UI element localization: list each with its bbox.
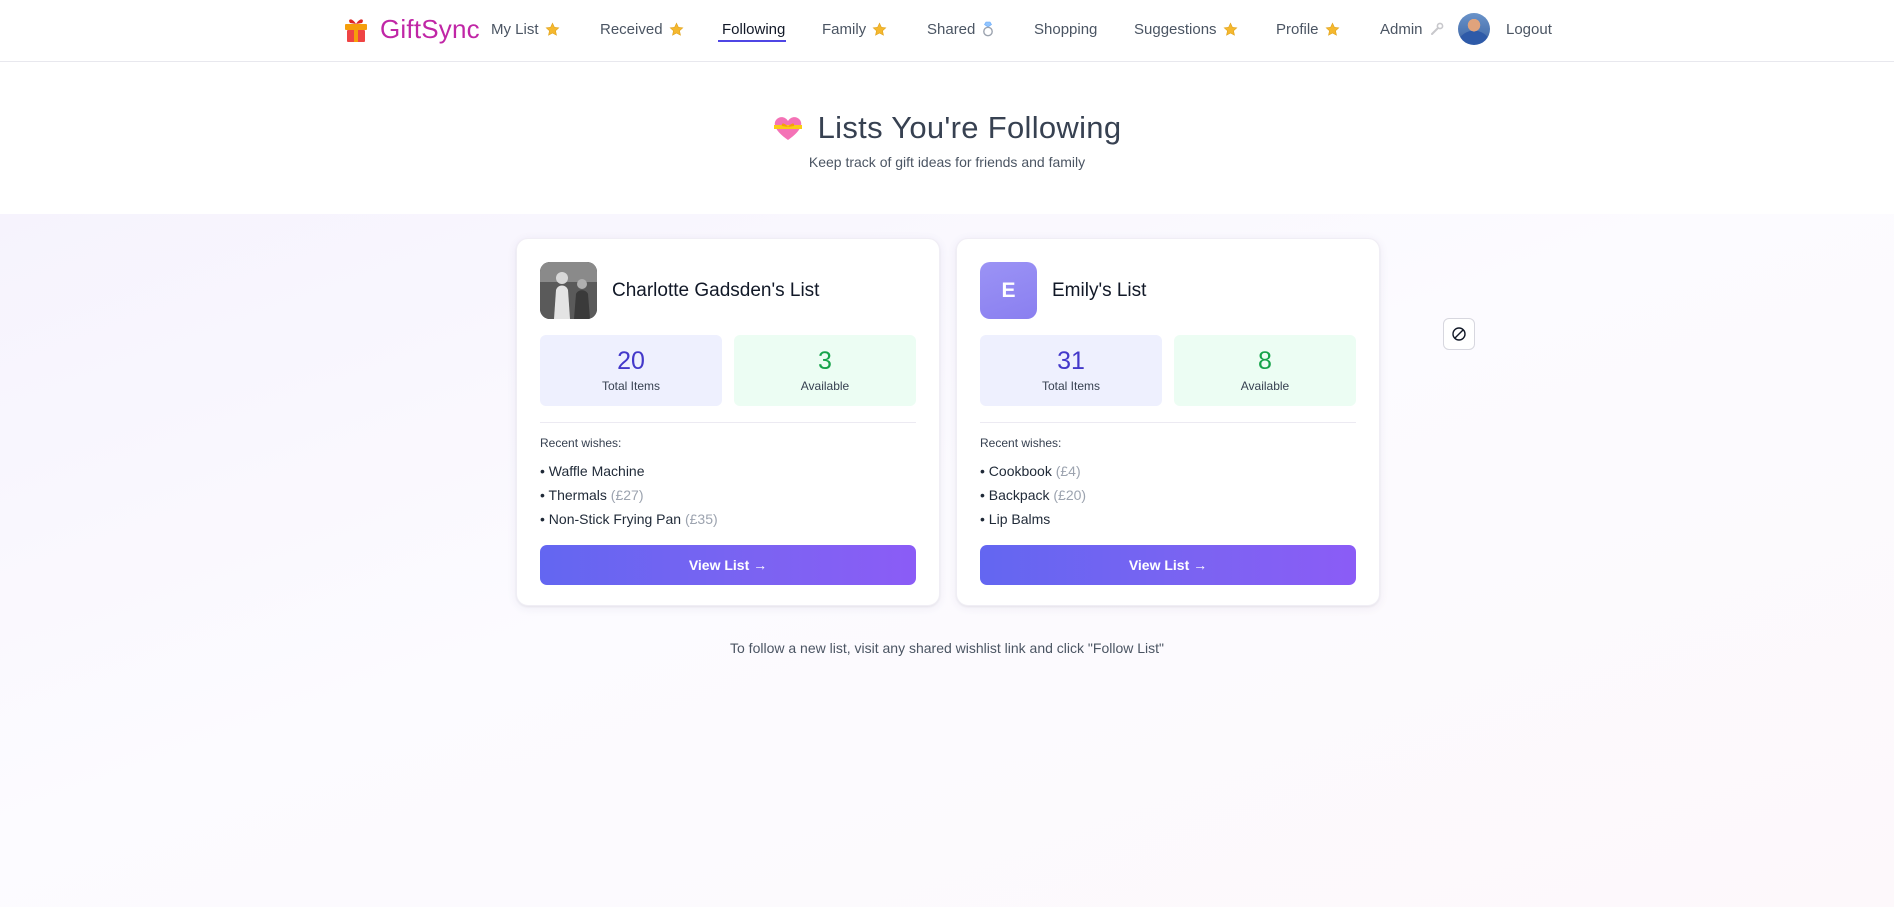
active-tab-indicator [718, 40, 786, 42]
nav-received[interactable]: Received [600, 18, 684, 40]
page-title: Lists You're Following [817, 110, 1122, 145]
card-divider [980, 422, 1356, 423]
logout-link[interactable]: Logout [1506, 18, 1552, 40]
wish-name: Non-Stick Frying Pan [548, 511, 682, 527]
user-avatar[interactable] [1458, 13, 1490, 45]
nav-shared[interactable]: Shared [927, 18, 994, 40]
title-row: Lists You're Following [0, 110, 1894, 146]
heart-with-ribbon-icon [773, 117, 802, 140]
ring-icon [983, 21, 994, 37]
photo-avatar-icon [540, 262, 597, 319]
available-label: Available [800, 379, 850, 393]
wish-price: (£27) [610, 487, 644, 503]
nav-label: Family [822, 20, 867, 38]
logout-label: Logout [1506, 20, 1552, 38]
card-header: Charlotte Gadsden's List [540, 262, 819, 319]
nav-suggestions[interactable]: Suggestions [1134, 18, 1238, 40]
nav-label: Shared [927, 20, 976, 38]
total-items-label: Total Items [601, 379, 661, 393]
nav-label: Profile [1276, 20, 1319, 38]
page-header: Lists You're Following Keep track of gif… [0, 62, 1894, 214]
view-list-button[interactable]: View List → [540, 545, 916, 585]
followed-list-card: Charlotte Gadsden's List 20 Total Items … [516, 238, 940, 606]
list-title: Charlotte Gadsden's List [612, 279, 820, 301]
total-items-stat: 31 Total Items [980, 335, 1162, 406]
block-button[interactable] [1443, 318, 1475, 350]
star-icon [1223, 22, 1238, 36]
brand-logo[interactable]: GiftSync [344, 14, 480, 44]
wish-name: Thermals [548, 487, 607, 503]
nav-following[interactable]: Following [722, 18, 785, 40]
top-navbar: GiftSync My List Received Following Fami… [0, 0, 1894, 62]
card-divider [540, 422, 916, 423]
nav-label: Shopping [1034, 20, 1098, 38]
total-items-value: 20 [617, 347, 645, 375]
star-icon [545, 22, 559, 36]
recent-wishes-list: • Waffle Machine • Thermals (£27) • Non-… [540, 459, 718, 531]
wish-name: Backpack [988, 487, 1050, 503]
wish-item: • Lip Balms [980, 511, 1051, 527]
nav-profile[interactable]: Profile [1276, 18, 1340, 40]
page-subtitle: Keep track of gift ideas for friends and… [808, 154, 1086, 170]
star-icon [1325, 22, 1339, 36]
nav-shopping[interactable]: Shopping [1034, 18, 1097, 40]
card-header: E Emily's List [980, 262, 1146, 319]
content-area [0, 214, 1894, 907]
view-list-button[interactable]: View List → [980, 545, 1356, 585]
nav-admin[interactable]: Admin [1380, 18, 1444, 40]
nav-my-list[interactable]: My List [491, 18, 560, 40]
wish-item: • Cookbook (£4) [980, 463, 1081, 479]
block-icon [1452, 327, 1466, 341]
list-title: Emily's List [1052, 279, 1147, 301]
recent-wishes-label: Recent wishes: [980, 436, 1062, 450]
wish-name: Cookbook [988, 463, 1052, 479]
wish-price: (£20) [1053, 487, 1087, 503]
available-value: 3 [818, 347, 832, 375]
total-items-stat: 20 Total Items [540, 335, 722, 406]
brand-name: GiftSync [380, 13, 480, 44]
wish-item: • Thermals (£27) [540, 487, 644, 503]
available-stat: 8 Available [1174, 335, 1356, 406]
available-value: 8 [1258, 347, 1272, 375]
wish-name: Lip Balms [988, 511, 1051, 527]
list-owner-avatar: E [980, 262, 1037, 319]
total-items-value: 31 [1057, 347, 1085, 375]
star-icon [872, 22, 887, 36]
recent-wishes-label: Recent wishes: [540, 436, 622, 450]
star-icon [669, 22, 684, 36]
recent-wishes-list: • Cookbook (£4) • Backpack (£20) • Lip B… [980, 459, 1086, 531]
gift-icon [345, 19, 367, 42]
total-items-label: Total Items [1041, 379, 1101, 393]
nav-label: Admin [1380, 20, 1423, 38]
wish-price: (£4) [1055, 463, 1081, 479]
wish-item: • Backpack (£20) [980, 487, 1087, 503]
follow-instructions: To follow a new list, visit any shared w… [730, 640, 1164, 656]
wish-item: • Non-Stick Frying Pan (£35) [540, 511, 718, 527]
nav-label: Received [600, 20, 663, 38]
wrench-icon [1430, 22, 1443, 35]
list-owner-avatar [540, 262, 597, 319]
nav-label: My List [491, 20, 539, 38]
available-stat: 3 Available [734, 335, 916, 406]
nav-label: Suggestions [1134, 20, 1217, 38]
available-label: Available [1240, 379, 1290, 393]
nav-family[interactable]: Family [822, 18, 887, 40]
wish-name: Waffle Machine [548, 463, 645, 479]
followed-list-card: E Emily's List 31 Total Items 8 Availabl… [956, 238, 1380, 606]
wish-item: • Waffle Machine [540, 463, 645, 479]
wish-price: (£35) [684, 511, 718, 527]
nav-label: Following [722, 20, 786, 38]
